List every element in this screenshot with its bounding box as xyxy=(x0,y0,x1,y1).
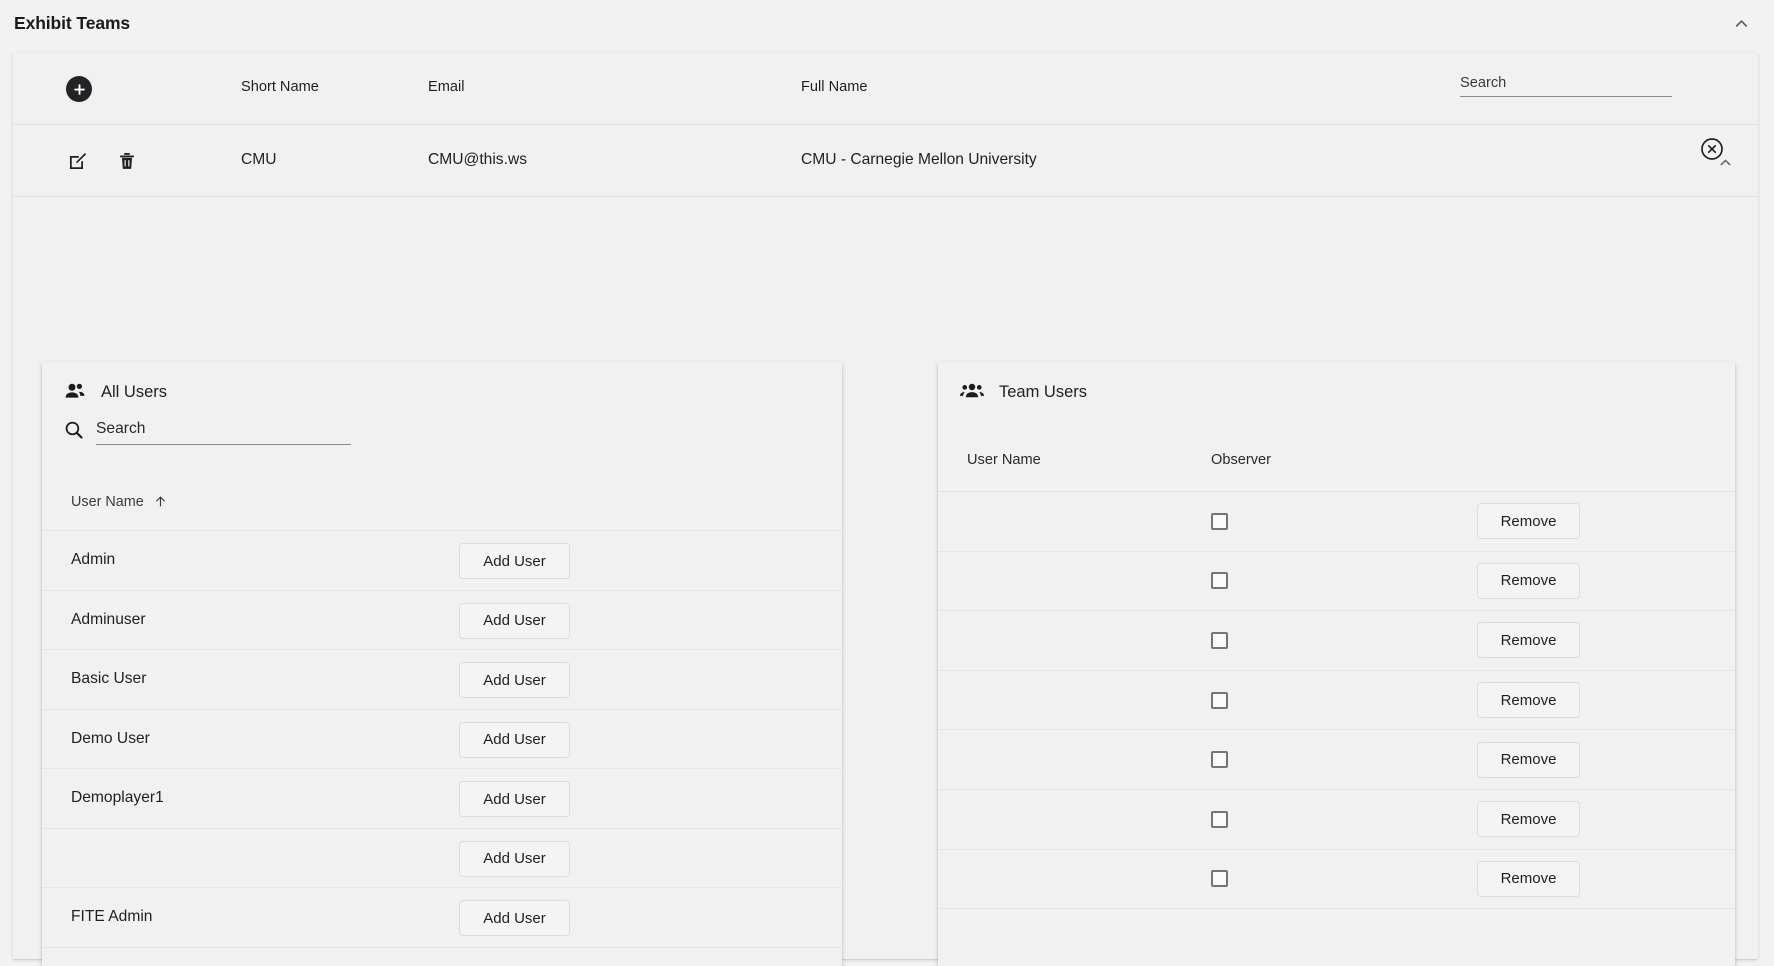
user-name: Demo User xyxy=(71,730,150,748)
add-user-button[interactable]: Add User xyxy=(459,603,570,639)
column-header-observer: Observer xyxy=(1211,452,1411,468)
list-item[interactable]: Basic User Add User xyxy=(42,650,842,710)
people-three-icon xyxy=(959,380,985,404)
add-user-button[interactable]: Add User xyxy=(459,543,570,579)
team-users-header: Team Users xyxy=(938,362,1735,404)
table-row[interactable]: Remove xyxy=(938,552,1735,612)
column-header-short-name: Short Name xyxy=(241,79,319,95)
observer-checkbox[interactable] xyxy=(1211,870,1228,887)
list-item[interactable]: FITE Admin Add User xyxy=(42,888,842,948)
add-user-button[interactable]: Add User xyxy=(459,781,570,817)
observer-checkbox[interactable] xyxy=(1211,751,1228,768)
all-users-card: All Users User Name xyxy=(42,362,842,966)
list-item[interactable]: Demoplayer1 Add User xyxy=(42,769,842,829)
column-header-email: Email xyxy=(428,79,465,95)
user-name: Adminuser xyxy=(71,611,146,629)
people-two-icon xyxy=(63,380,87,404)
all-users-header: All Users xyxy=(42,362,842,404)
list-item[interactable]: Adminuser Add User xyxy=(42,591,842,651)
observer-checkbox[interactable] xyxy=(1211,513,1228,530)
list-item[interactable]: Demo User Add User xyxy=(42,710,842,770)
team-membership-area: All Users User Name xyxy=(13,197,1758,957)
remove-user-button[interactable]: Remove xyxy=(1477,622,1580,658)
previous-page-chevron-left-icon[interactable] xyxy=(695,955,739,966)
table-row[interactable]: Remove xyxy=(938,730,1735,790)
list-item[interactable]: Add User xyxy=(42,829,842,889)
observer-cell xyxy=(1211,811,1411,828)
add-team-plus-circle-icon[interactable] xyxy=(66,76,92,102)
next-page-chevron-right-icon[interactable] xyxy=(739,955,783,966)
all-users-search-container xyxy=(63,418,351,445)
observer-cell xyxy=(1211,870,1411,887)
observer-cell xyxy=(1211,513,1411,530)
observer-cell xyxy=(1211,572,1411,589)
user-name: Demoplayer1 xyxy=(71,789,164,807)
remove-user-button[interactable]: Remove xyxy=(1477,563,1580,599)
all-users-sort-header-user-name[interactable]: User Name xyxy=(42,473,842,531)
column-header-full-name: Full Name xyxy=(801,79,868,95)
remove-user-button[interactable]: Remove xyxy=(1477,801,1580,837)
remove-user-button[interactable]: Remove xyxy=(1477,861,1580,897)
add-user-button[interactable]: Add User xyxy=(459,900,570,936)
team-users-column-headers: User Name Observer xyxy=(938,428,1735,492)
table-row[interactable]: Remove xyxy=(938,790,1735,850)
all-users-paginator: Items per page: 100 1 – 65 of 65 xyxy=(42,948,842,966)
teams-search-input[interactable] xyxy=(1460,73,1672,97)
page-title: Exhibit Teams xyxy=(14,13,130,34)
observer-cell xyxy=(1211,751,1411,768)
remove-user-button[interactable]: Remove xyxy=(1477,503,1580,539)
remove-user-button[interactable]: Remove xyxy=(1477,742,1580,778)
table-row[interactable]: Remove xyxy=(938,671,1735,731)
all-users-list: Admin Add User Adminuser Add User Basic … xyxy=(42,531,842,948)
page-header: Exhibit Teams xyxy=(0,0,1774,46)
observer-checkbox[interactable] xyxy=(1211,632,1228,649)
edit-pencil-icon[interactable] xyxy=(64,147,92,175)
column-header-user-name: User Name xyxy=(967,452,1211,468)
table-row[interactable]: Remove xyxy=(938,611,1735,671)
observer-cell xyxy=(1211,692,1411,709)
user-name: FITE Admin xyxy=(71,908,152,926)
teams-table-header: Short Name Email Full Name xyxy=(13,53,1758,125)
observer-checkbox[interactable] xyxy=(1211,692,1228,709)
add-user-button[interactable]: Add User xyxy=(459,662,570,698)
sort-arrow-up-icon xyxy=(153,494,168,509)
app-root: Exhibit Teams Short Name Email Full Name xyxy=(0,0,1774,966)
add-user-button[interactable]: Add User xyxy=(459,841,570,877)
user-name: Admin xyxy=(71,551,115,569)
search-magnifier-icon xyxy=(63,419,85,441)
all-users-title: All Users xyxy=(101,383,167,402)
panel-collapse-chevron-up-icon[interactable] xyxy=(1724,6,1758,40)
observer-cell xyxy=(1211,632,1411,649)
list-item[interactable]: Admin Add User xyxy=(42,531,842,591)
team-users-title: Team Users xyxy=(999,383,1087,402)
team-email: CMU@this.ws xyxy=(428,151,527,169)
last-page-icon[interactable] xyxy=(783,955,827,966)
team-users-list: Remove Remove Remove xyxy=(938,492,1735,909)
team-users-card: Team Users User Name Observer Remove xyxy=(938,362,1735,966)
exhibit-teams-panel: Short Name Email Full Name xyxy=(13,53,1758,959)
first-page-icon[interactable] xyxy=(651,955,695,966)
observer-checkbox[interactable] xyxy=(1211,572,1228,589)
team-row[interactable]: CMU CMU@this.ws CMU - Carnegie Mellon Un… xyxy=(13,125,1758,197)
team-short-name: CMU xyxy=(241,151,277,169)
delete-trash-icon[interactable] xyxy=(113,147,141,175)
table-row[interactable]: Remove xyxy=(938,850,1735,910)
remove-user-button[interactable]: Remove xyxy=(1477,682,1580,718)
observer-checkbox[interactable] xyxy=(1211,811,1228,828)
table-row[interactable]: Remove xyxy=(938,492,1735,552)
team-row-collapse-chevron-up-icon[interactable] xyxy=(1710,147,1740,177)
team-full-name: CMU - Carnegie Mellon University xyxy=(801,151,1037,169)
user-name: Basic User xyxy=(71,670,146,688)
add-user-button[interactable]: Add User xyxy=(459,722,570,758)
all-users-search-input[interactable] xyxy=(96,418,351,445)
teams-search-container xyxy=(1460,73,1672,97)
all-users-column-header-label: User Name xyxy=(71,494,144,510)
